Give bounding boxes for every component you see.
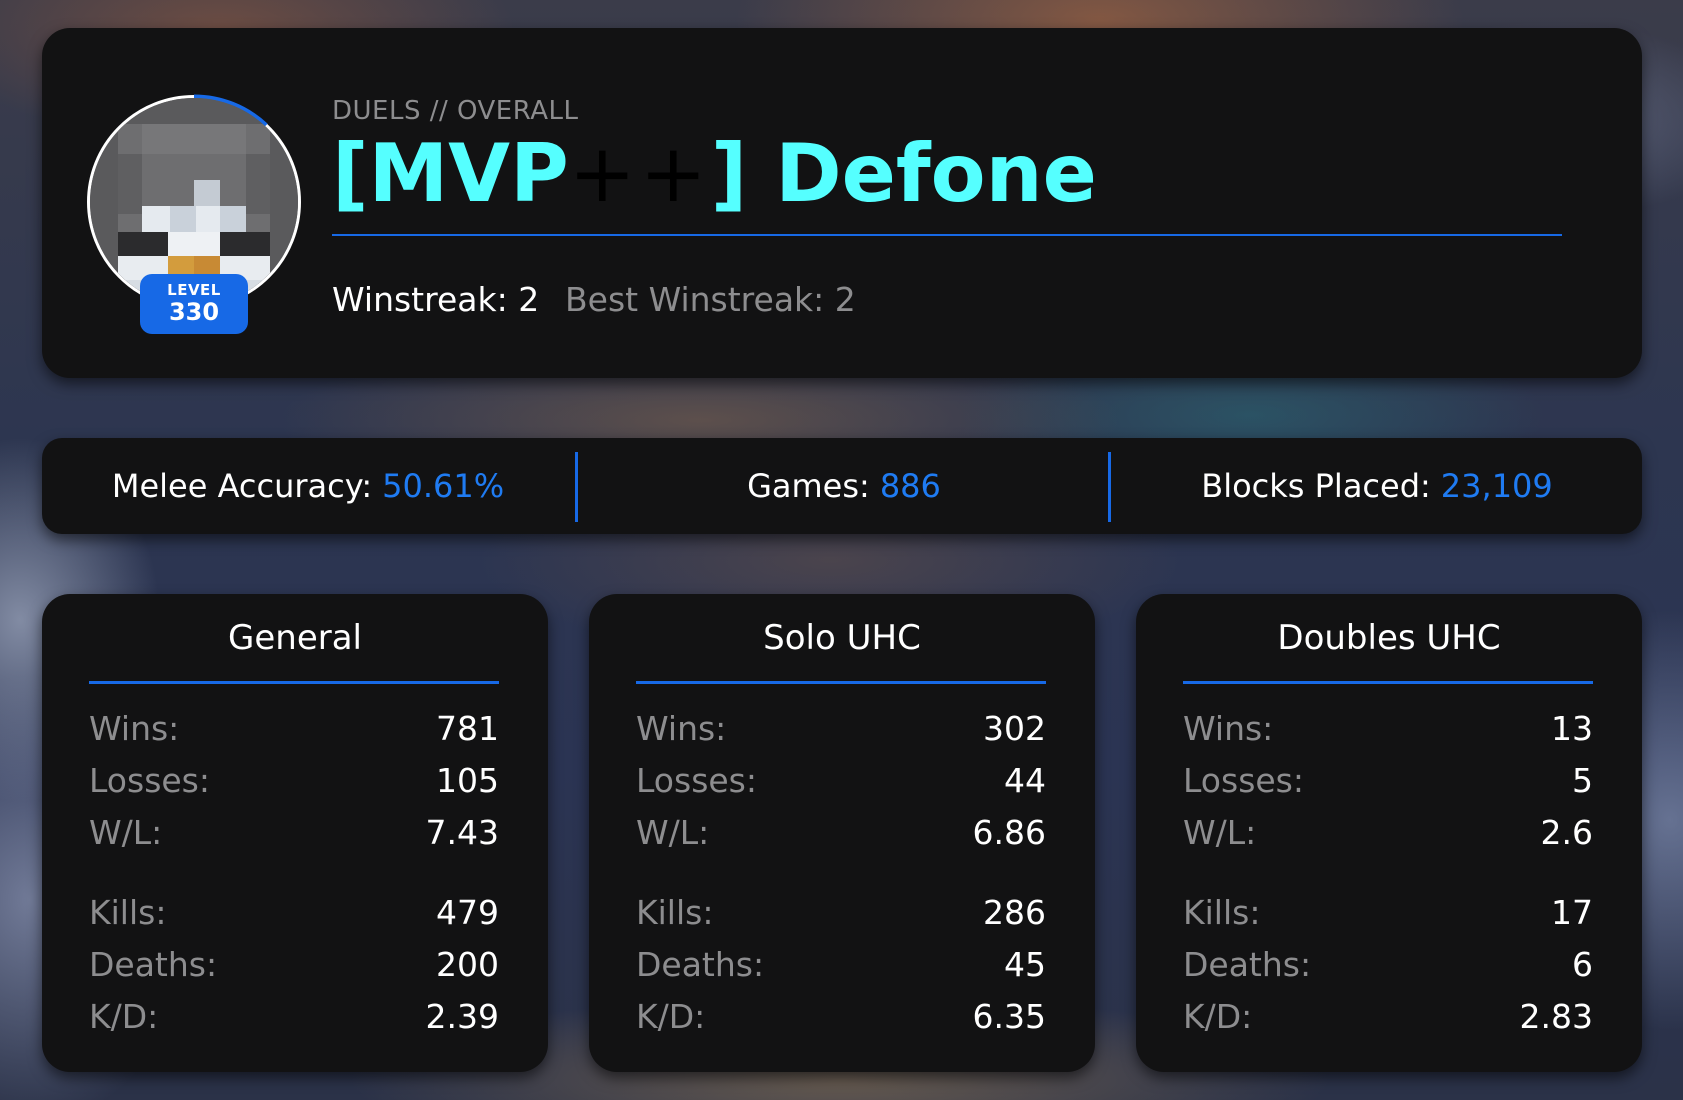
summary-label: Melee Accuracy: (111, 467, 373, 505)
summary-value: 886 (879, 467, 941, 505)
stat-row-deaths: Deaths: 6 (1183, 942, 1593, 986)
stat-row-wl: W/L: 2.6 (1183, 810, 1593, 854)
best-winstreak: Best Winstreak: 2 (565, 280, 856, 319)
stat-value: 302 (983, 708, 1046, 748)
games-stat: Games: 886 (578, 438, 1110, 534)
stat-value: 286 (983, 892, 1046, 932)
mode-subtitle: DUELS // OVERALL (332, 96, 579, 126)
level-badge: LEVEL 330 (140, 274, 248, 334)
stat-row-deaths: Deaths: 200 (89, 942, 499, 986)
stat-value: 17 (1551, 892, 1593, 932)
stat-row-wl: W/L: 7.43 (89, 810, 499, 854)
melee-accuracy-stat: Melee Accuracy: 50.61% (42, 438, 574, 534)
name-bracket-close: ] (710, 127, 748, 220)
stat-label: Losses: (636, 760, 757, 800)
stat-row-kd: K/D: 2.83 (1183, 994, 1593, 1038)
panel-divider (89, 681, 499, 684)
stat-value: 105 (436, 760, 499, 800)
stat-row-wl: W/L: 6.86 (636, 810, 1046, 854)
stat-value: 781 (436, 708, 499, 748)
stat-value: 13 (1551, 708, 1593, 748)
stat-label: Deaths: (636, 944, 765, 984)
name-rank-plus: ++ (568, 127, 711, 220)
blocks-placed-stat: Blocks Placed: 23,109 (1111, 438, 1643, 534)
stat-row-wins: Wins: 781 (89, 706, 499, 750)
summary-value: 23,109 (1440, 467, 1553, 505)
stat-label: Kills: (89, 892, 167, 932)
stat-row-losses: Losses: 5 (1183, 758, 1593, 802)
player-name: [MVP++] Defone (332, 124, 1097, 224)
panel-divider (1183, 681, 1593, 684)
stat-label: Wins: (89, 708, 180, 748)
stat-label: W/L: (1183, 812, 1257, 852)
panel-title: General (228, 618, 362, 658)
stat-label: W/L: (89, 812, 163, 852)
header-divider (332, 234, 1562, 236)
stat-value: 6 (1572, 944, 1593, 984)
stat-label: Deaths: (89, 944, 218, 984)
avatar: LEVEL 330 (86, 94, 302, 334)
stat-row-deaths: Deaths: 45 (636, 942, 1046, 986)
panel-title: Solo UHC (763, 618, 921, 658)
stat-label: W/L: (636, 812, 710, 852)
stat-label: Kills: (1183, 892, 1261, 932)
player-header-card: LEVEL 330 DUELS // OVERALL [MVP++] Defon… (42, 28, 1642, 378)
solo-uhc-stats-panel: Solo UHC Wins: 302 Losses: 44 W/L: 6.86 Kil… (589, 594, 1095, 1072)
stat-value: 6.35 (972, 996, 1046, 1036)
stat-row-kd: K/D: 2.39 (89, 994, 499, 1038)
stat-value: 5 (1572, 760, 1593, 800)
stat-value: 2.6 (1540, 812, 1593, 852)
stat-row-kills: Kills: 479 (89, 890, 499, 934)
stat-value: 45 (1004, 944, 1046, 984)
stat-row-kills: Kills: 286 (636, 890, 1046, 934)
doubles-uhc-stats-panel: Doubles UHC Wins: 13 Losses: 5 W/L: 2.6 Kil… (1136, 594, 1642, 1072)
name-bracket-open: [ (332, 127, 369, 220)
general-stats-panel: General Wins: 781 Losses: 105 W/L: 7.43 Kil… (42, 594, 548, 1072)
stat-row-losses: Losses: 44 (636, 758, 1046, 802)
summary-label: Blocks Placed: (1201, 467, 1431, 505)
level-value: 330 (168, 298, 220, 326)
level-label: LEVEL (167, 281, 221, 299)
stat-value: 7.43 (425, 812, 499, 852)
stat-row-losses: Losses: 105 (89, 758, 499, 802)
stat-value: 479 (436, 892, 499, 932)
stat-value: 2.83 (1519, 996, 1593, 1036)
stat-label: Losses: (1183, 760, 1304, 800)
stat-label: Losses: (89, 760, 210, 800)
name-rank: MVP (368, 127, 569, 220)
stat-label: K/D: (1183, 996, 1253, 1036)
summary-label: Games: (747, 467, 870, 505)
stat-label: K/D: (636, 996, 706, 1036)
stat-row-wins: Wins: 302 (636, 706, 1046, 750)
stat-label: Deaths: (1183, 944, 1312, 984)
stat-value: 44 (1004, 760, 1046, 800)
stat-value: 6.86 (972, 812, 1046, 852)
summary-value: 50.61% (382, 467, 505, 505)
stat-row-kills: Kills: 17 (1183, 890, 1593, 934)
stat-row-wins: Wins: 13 (1183, 706, 1593, 750)
stat-label: Wins: (636, 708, 727, 748)
stat-value: 200 (436, 944, 499, 984)
stat-label: Kills: (636, 892, 714, 932)
name-username: Defone (775, 127, 1097, 220)
stat-label: K/D: (89, 996, 159, 1036)
winstreak: Winstreak: 2 (332, 280, 540, 319)
panel-divider (636, 681, 1046, 684)
stat-value: 2.39 (425, 996, 499, 1036)
stat-row-kd: K/D: 6.35 (636, 994, 1046, 1038)
panel-title: Doubles UHC (1277, 618, 1501, 658)
summary-bar: Melee Accuracy: 50.61% Games: 886 Blocks… (42, 438, 1642, 534)
stat-label: Wins: (1183, 708, 1274, 748)
